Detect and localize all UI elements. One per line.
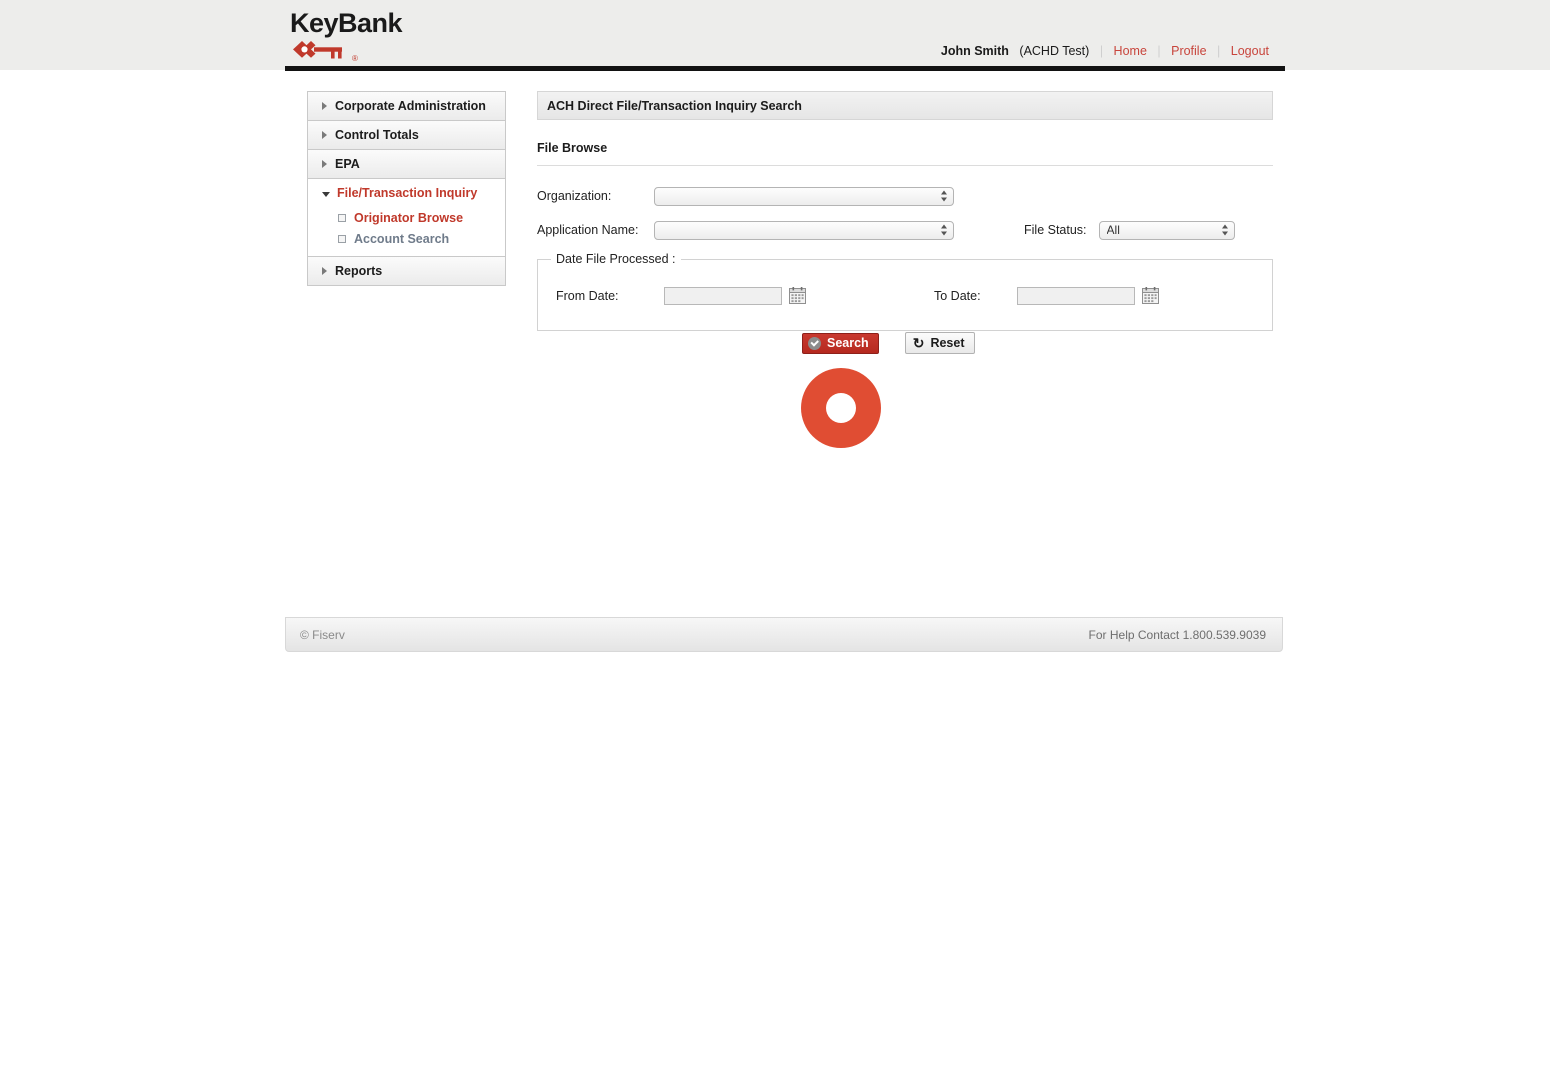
application-row: Application Name: File Status: All [537,213,1273,247]
to-date-label: To Date: [934,289,981,303]
chevron-down-icon [322,191,330,197]
header-nav: John Smith (ACHD Test) | Home | Profile … [941,44,1269,58]
check-circle-icon [808,336,821,350]
sidebar-item-label: Reports [335,264,383,278]
user-org: (ACHD Test) [1019,44,1090,58]
chevron-right-icon [322,267,327,275]
sidebar-item-label: Corporate Administration [335,99,486,113]
logout-link[interactable]: Logout [1231,44,1269,58]
application-label: Application Name: [537,223,639,237]
header-divider-bar [285,66,1285,71]
registered-mark: ® [352,54,358,63]
loading-spinner [801,368,881,448]
search-button-label: Search [827,336,869,350]
sidebar-item-corporate-administration[interactable]: Corporate Administration [308,92,505,120]
chevron-right-icon [322,102,327,110]
search-button[interactable]: Search [802,332,879,354]
sidebar-item-label: File/Transaction Inquiry [337,186,478,200]
sidebar-nav: Corporate Administration Control Totals … [307,91,506,286]
section-title: File Browse [537,141,608,155]
to-date-input[interactable] [1016,287,1135,305]
refresh-icon: ↻ [912,335,925,351]
sidebar-item-label: EPA [335,157,360,171]
organization-row: Organization: [537,179,1273,213]
sidebar-item-control-totals[interactable]: Control Totals [308,121,505,149]
reset-button-label: Reset [930,336,965,350]
chevron-right-icon [322,160,327,168]
sidebar-item-account-search[interactable]: Account Search [308,228,505,249]
footer-copyright: © Fiserv [300,628,345,642]
application-name-select[interactable] [654,220,954,240]
sidebar-group-corporate-administration[interactable]: Corporate Administration [307,91,506,120]
square-bullet-icon [338,213,346,222]
page-root: KeyBank ® John Smith (ACHD Test) | Home … [0,0,1550,1087]
key-icon [293,41,342,59]
page-title: ACH Direct File/Transaction Inquiry Sear… [537,91,1273,120]
chevron-right-icon [322,131,327,139]
date-inputs-row: From Date: To Date: [538,287,1272,305]
sidebar-subitem-label: Account Search [354,231,450,246]
logo-wordmark: KeyBank [290,8,403,38]
sidebar-item-epa[interactable]: EPA [308,150,505,178]
profile-link[interactable]: Profile [1171,44,1206,58]
sidebar-group-epa[interactable]: EPA [307,149,506,178]
action-buttons: Search ↻ Reset [802,332,976,354]
sidebar-item-reports[interactable]: Reports [308,257,505,285]
organization-select-wrap [654,186,954,206]
date-fieldset-legend: Date File Processed : [551,252,681,266]
organization-label: Organization: [537,189,612,203]
nav-separator: | [1217,44,1221,58]
sidebar-item-label: Control Totals [335,128,419,142]
file-status-block: File Status: All [1024,213,1235,247]
sidebar-group-reports[interactable]: Reports [307,256,506,286]
section-divider [537,165,1273,166]
main-content: ACH Direct File/Transaction Inquiry Sear… [537,91,1273,448]
home-link[interactable]: Home [1114,44,1147,58]
header-band: KeyBank ® John Smith (ACHD Test) | Home … [0,0,1550,70]
user-name: John Smith [940,44,1009,58]
keybank-logo: KeyBank ® [290,8,490,64]
nav-separator: | [1099,44,1104,58]
footer-help-contact: For Help Contact 1.800.539.9039 [1088,628,1266,642]
calendar-icon[interactable] [1141,287,1160,305]
footer: © Fiserv For Help Contact 1.800.539.9039 [285,617,1283,652]
from-date-input[interactable] [664,287,782,305]
application-select-wrap [654,220,954,240]
nav-separator: | [1157,44,1161,58]
sidebar-group-file-transaction-inquiry[interactable]: File/Transaction Inquiry Originator Brow… [307,178,506,256]
calendar-icon[interactable] [788,287,807,305]
file-status-select[interactable]: All [1098,220,1235,240]
sidebar-item-originator-browse[interactable]: Originator Browse [308,207,505,228]
reset-button[interactable]: ↻ Reset [904,332,976,354]
file-status-select-wrap: All [1098,220,1235,240]
sidebar-item-file-transaction-inquiry[interactable]: File/Transaction Inquiry [308,179,505,207]
square-bullet-icon [338,234,346,243]
date-file-processed-fieldset: Date File Processed : From Date: To Date… [537,252,1273,331]
from-date-label: From Date: [556,289,619,303]
sidebar-group-control-totals[interactable]: Control Totals [307,120,506,149]
sidebar-sublist: Originator Browse Account Search [308,207,505,256]
file-status-label: File Status: [1024,223,1087,237]
sidebar-subitem-label: Originator Browse [354,210,464,225]
organization-select[interactable] [654,186,954,206]
